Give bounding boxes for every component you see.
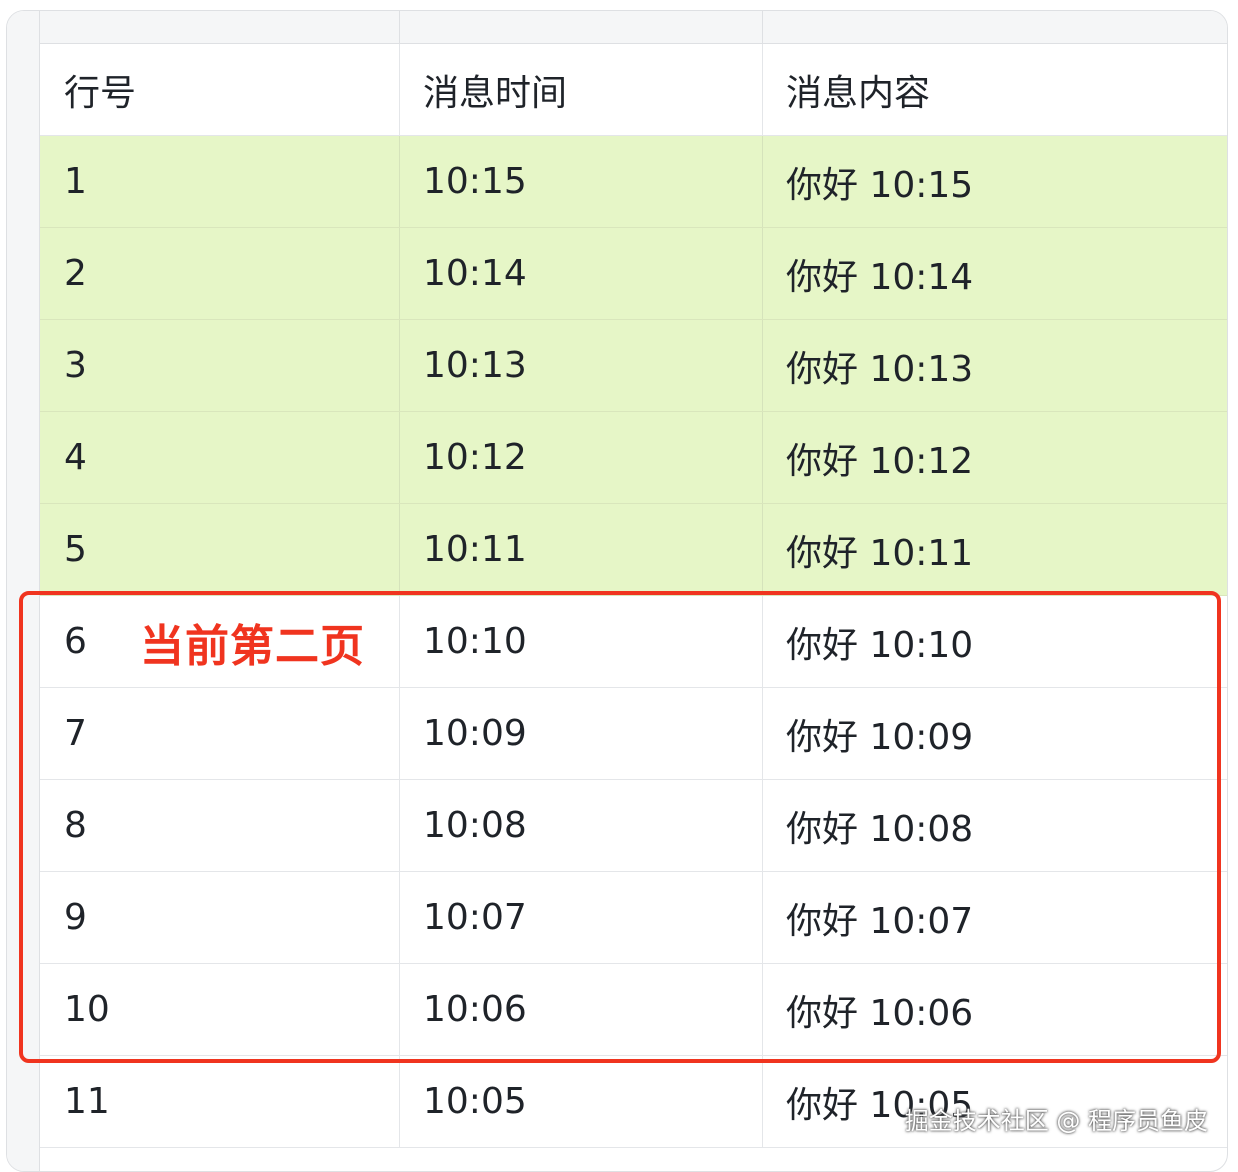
table-row: 5 10:11 你好 10:11 [40, 504, 1227, 596]
cell-time[interactable]: 10:10 [400, 596, 763, 687]
cell-content[interactable]: 你好 10:13 [763, 320, 1227, 411]
table-header-row: 行号 消息时间 消息内容 [40, 44, 1227, 136]
cell-time[interactable]: 10:14 [400, 228, 763, 319]
spreadsheet: 行号 消息时间 消息内容 1 10:15 你好 10:15 2 10:14 你好… [6, 10, 1228, 1172]
cell-line[interactable]: 9 [40, 872, 400, 963]
table-grid: 行号 消息时间 消息内容 1 10:15 你好 10:15 2 10:14 你好… [40, 44, 1227, 1148]
table-row: 1 10:15 你好 10:15 [40, 136, 1227, 228]
cell-content[interactable]: 你好 10:12 [763, 412, 1227, 503]
watermark: 掘金技术社区 @ 程序员鱼皮 [904, 1107, 1208, 1135]
cell-time[interactable]: 10:05 [400, 1056, 763, 1147]
cell-content[interactable]: 你好 10:11 [763, 504, 1227, 595]
cell-line[interactable]: 7 [40, 688, 400, 779]
table-row: 9 10:07 你好 10:07 [40, 872, 1227, 964]
cell-time[interactable]: 10:12 [400, 412, 763, 503]
table-row: 4 10:12 你好 10:12 [40, 412, 1227, 504]
cell-time[interactable]: 10:09 [400, 688, 763, 779]
cell-line[interactable]: 2 [40, 228, 400, 319]
header-message-time[interactable]: 消息时间 [400, 44, 763, 135]
cell-line[interactable]: 6 当前第二页 [40, 596, 400, 687]
column-header-strip [7, 11, 1227, 44]
table-row: 2 10:14 你好 10:14 [40, 228, 1227, 320]
cell-line[interactable]: 5 [40, 504, 400, 595]
header-line-number[interactable]: 行号 [40, 44, 400, 135]
cell-content[interactable]: 你好 10:14 [763, 228, 1227, 319]
table-row: 8 10:08 你好 10:08 [40, 780, 1227, 872]
cell-time[interactable]: 10:11 [400, 504, 763, 595]
row-header-gutter [7, 11, 40, 1171]
cell-line[interactable]: 10 [40, 964, 400, 1055]
cell-line[interactable]: 11 [40, 1056, 400, 1147]
cell-content[interactable]: 你好 10:08 [763, 780, 1227, 871]
cell-time[interactable]: 10:15 [400, 136, 763, 227]
table-row: 6 当前第二页 10:10 你好 10:10 [40, 596, 1227, 688]
cell-content[interactable]: 你好 10:10 [763, 596, 1227, 687]
cell-line[interactable]: 3 [40, 320, 400, 411]
cell-time[interactable]: 10:08 [400, 780, 763, 871]
table-row: 3 10:13 你好 10:13 [40, 320, 1227, 412]
cell-line[interactable]: 1 [40, 136, 400, 227]
cell-line[interactable]: 8 [40, 780, 400, 871]
cell-time[interactable]: 10:07 [400, 872, 763, 963]
cell-line-text: 6 [64, 621, 87, 662]
cell-content[interactable]: 你好 10:06 [763, 964, 1227, 1055]
cell-time[interactable]: 10:13 [400, 320, 763, 411]
cell-time[interactable]: 10:06 [400, 964, 763, 1055]
cell-content[interactable]: 你好 10:09 [763, 688, 1227, 779]
cell-line[interactable]: 4 [40, 412, 400, 503]
header-message-content[interactable]: 消息内容 [763, 44, 1227, 135]
table-row: 7 10:09 你好 10:09 [40, 688, 1227, 780]
cell-content[interactable]: 你好 10:07 [763, 872, 1227, 963]
table-row: 10 10:06 你好 10:06 [40, 964, 1227, 1056]
cell-content[interactable]: 你好 10:15 [763, 136, 1227, 227]
page-annotation-label: 当前第二页 [140, 620, 365, 672]
